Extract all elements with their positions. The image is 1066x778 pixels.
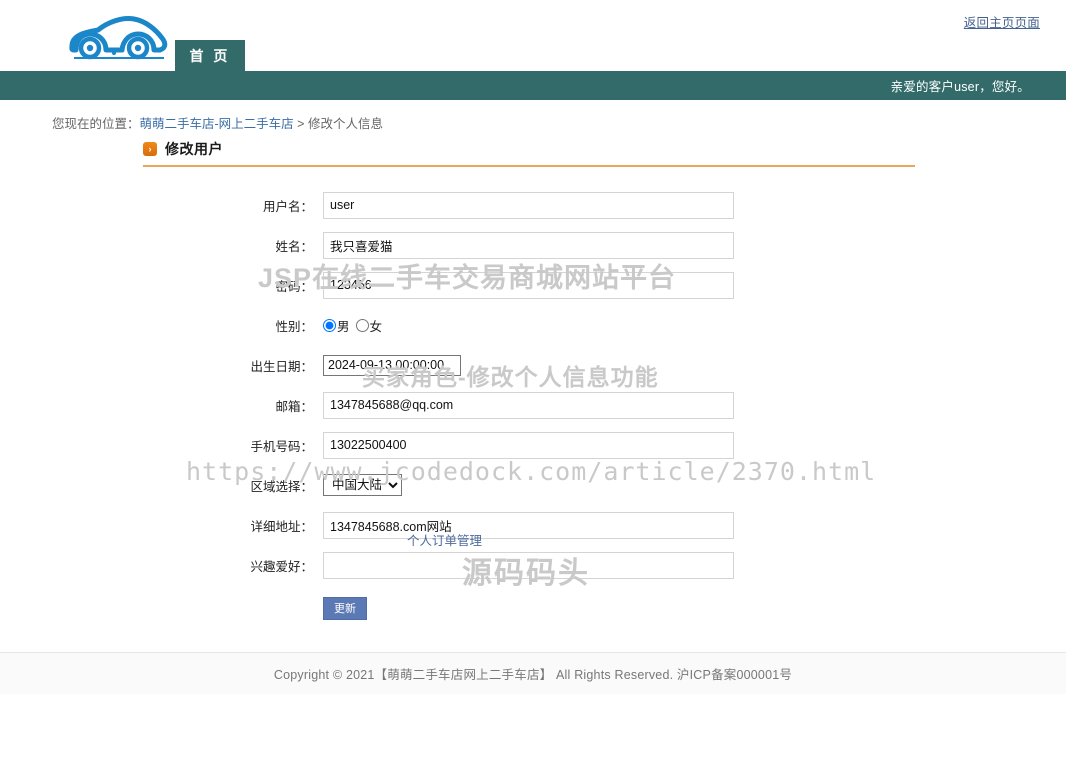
field-row-address: 详细地址： [143, 509, 923, 541]
hobby-input[interactable] [323, 551, 734, 579]
car-logo [62, 8, 174, 66]
email-input[interactable] [323, 391, 734, 419]
page-root: 返回主页页面 首 页 亲爱的客户user，您好。 您现在的位置：萌萌二手车店-网… [0, 0, 1066, 778]
breadcrumb: 您现在的位置：萌萌二手车店-网上二手车店 > 修改个人信息 [0, 100, 1066, 133]
field-row-password: 密码： [143, 269, 923, 301]
field-row-phone: 手机号码： [143, 429, 923, 461]
label-birthdate: 出生日期： [250, 359, 313, 374]
breadcrumb-separator: > [293, 117, 308, 131]
label-password: 密码： [275, 279, 313, 294]
gender-option-male[interactable]: 男 [323, 316, 350, 335]
page-title: 修改用户 [165, 141, 223, 157]
phone-input[interactable] [323, 431, 734, 459]
submit-row: 更新 [143, 591, 923, 625]
breadcrumb-link-shop[interactable]: 萌萌二手车店-网上二手车店 [140, 117, 294, 131]
label-username: 用户名： [262, 199, 313, 214]
personal-order-management-link[interactable]: 个人订单管理 [407, 530, 482, 549]
breadcrumb-current: 修改个人信息 [307, 117, 383, 131]
tab-home[interactable]: 首 页 [175, 40, 245, 71]
greeting-bar: 亲爱的客户user，您好。 [0, 71, 1066, 100]
gender-radio-male[interactable] [323, 318, 336, 332]
gender-female-label: 女 [369, 319, 383, 334]
update-button[interactable]: 更新 [323, 596, 367, 620]
field-row-gender: 性别： 男 女 [143, 309, 923, 341]
footer-copyright: Copyright © 2021【萌萌二手车店网上二手车店】 All Right… [273, 668, 793, 682]
gender-radio-group[interactable]: 男 女 [323, 316, 388, 335]
fullname-input[interactable] [323, 231, 734, 259]
field-row-email: 邮箱： [143, 389, 923, 421]
label-region: 区域选择： [250, 479, 313, 494]
field-row-fullname: 姓名： [143, 229, 923, 261]
field-row-region: 区域选择： 中国大陆 [143, 469, 923, 501]
label-hobby: 兴趣爱好： [250, 559, 313, 574]
greeting-text: 亲爱的客户user，您好。 [890, 80, 1030, 94]
site-header: 返回主页页面 首 页 [0, 0, 1066, 71]
content-panel: › 修改用户 用户名： 姓名： 密码： 性别： 男 [143, 133, 923, 625]
birthdate-input[interactable] [323, 354, 461, 376]
panel-header: › 修改用户 [143, 133, 915, 167]
gender-radio-female[interactable] [355, 318, 369, 332]
label-fullname: 姓名： [275, 239, 313, 254]
label-gender: 性别： [275, 319, 313, 334]
breadcrumb-prefix: 您现在的位置： [52, 117, 140, 131]
gender-male-label: 男 [337, 319, 350, 334]
edit-user-form: 用户名： 姓名： 密码： 性别： 男 [143, 189, 923, 625]
username-input[interactable] [323, 191, 734, 219]
gender-option-female[interactable]: 女 [355, 316, 383, 335]
field-row-hobby: 兴趣爱好： [143, 549, 923, 581]
password-input[interactable] [323, 271, 734, 299]
address-input[interactable] [323, 511, 734, 539]
return-home-link[interactable]: 返回主页页面 [964, 12, 1040, 31]
site-footer: Copyright © 2021【萌萌二手车店网上二手车店】 All Right… [0, 652, 1066, 694]
arrow-right-icon: › [143, 142, 157, 156]
label-address: 详细地址： [250, 519, 313, 534]
label-phone: 手机号码： [250, 439, 313, 454]
field-row-birthdate: 出生日期： [143, 349, 923, 381]
region-select[interactable]: 中国大陆 [323, 474, 402, 496]
field-row-username: 用户名： [143, 189, 923, 221]
label-email: 邮箱： [275, 399, 313, 414]
